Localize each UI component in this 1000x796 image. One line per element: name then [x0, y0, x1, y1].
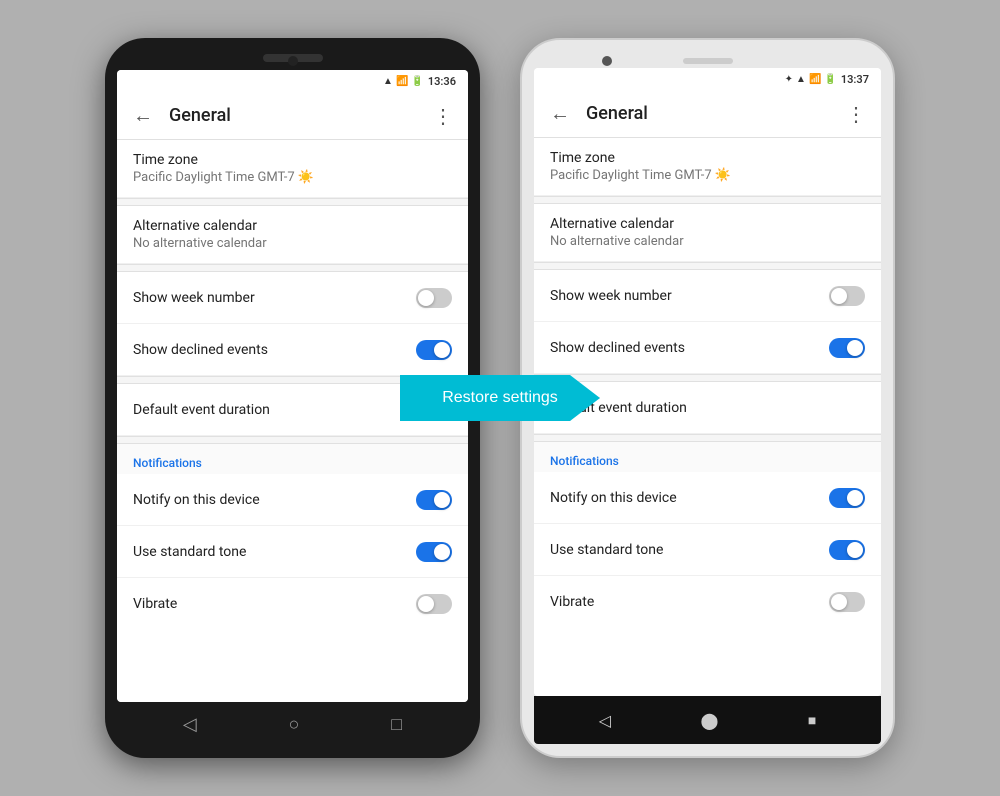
declined-label-left: Show declined events — [133, 342, 268, 358]
status-icons-right: ✦ ▲ 📶 🔋 — [785, 74, 837, 85]
setting-declined-right[interactable]: Show declined events — [534, 322, 881, 374]
vibrate-label-right: Vibrate — [550, 594, 594, 610]
timezone-value-left: Pacific Daylight Time GMT-7 ☀️ — [133, 170, 314, 185]
weeknum-toggle-right[interactable] — [829, 286, 865, 306]
tone-toggle-left[interactable] — [416, 542, 452, 562]
vibrate-toggle-left[interactable] — [416, 594, 452, 614]
battery-icon-r: 🔋 — [824, 74, 836, 85]
app-bar-right: ← General ⋮ — [534, 90, 881, 138]
divider-1-left — [117, 198, 468, 206]
status-time-left: 13:36 — [428, 75, 456, 88]
setting-tone-right[interactable]: Use standard tone — [534, 524, 881, 576]
wifi-icon: ▲ — [383, 76, 393, 87]
weeknum-label-right: Show week number — [550, 288, 672, 304]
tone-label-left: Use standard tone — [133, 544, 246, 560]
restore-arrow-container: Restore settings — [400, 375, 600, 421]
divider-4-left — [117, 436, 468, 444]
notifications-header-left: Notifications — [117, 444, 468, 474]
more-menu-left[interactable]: ⋮ — [433, 104, 452, 128]
setting-vibrate-right[interactable]: Vibrate — [534, 576, 881, 628]
altcal-value-right: No alternative calendar — [550, 234, 684, 249]
wifi-icon-r: ▲ — [796, 74, 806, 85]
app-bar-left: ← General ⋮ — [117, 92, 468, 140]
status-icons-left: ▲ 📶 🔋 — [383, 76, 424, 87]
tone-toggle-right[interactable] — [829, 540, 865, 560]
setting-timezone-right[interactable]: Time zone Pacific Daylight Time GMT-7 ☀️ — [534, 138, 881, 196]
more-menu-right[interactable]: ⋮ — [846, 102, 865, 126]
battery-icon: 🔋 — [411, 76, 423, 87]
signal-icon: 📶 — [396, 76, 408, 87]
divider-4-right — [534, 434, 881, 442]
status-time-right: 13:37 — [841, 73, 869, 86]
settings-content-left: Time zone Pacific Daylight Time GMT-7 ☀️… — [117, 140, 468, 702]
notify-toggle-right[interactable] — [829, 488, 865, 508]
camera-left — [288, 56, 298, 66]
setting-notify-right[interactable]: Notify on this device — [534, 472, 881, 524]
notify-label-right: Notify on this device — [550, 490, 677, 506]
nav-home-right[interactable]: ⬤ — [700, 711, 718, 730]
setting-tone-left[interactable]: Use standard tone — [117, 526, 468, 578]
nav-home-left[interactable]: ○ — [289, 714, 300, 735]
weeknum-toggle-left[interactable] — [416, 288, 452, 308]
page-title-left: General — [169, 105, 433, 126]
speaker-right — [683, 58, 733, 64]
notify-label-left: Notify on this device — [133, 492, 260, 508]
timezone-value-right: Pacific Daylight Time GMT-7 ☀️ — [550, 168, 731, 183]
vibrate-label-left: Vibrate — [133, 596, 177, 612]
setting-timezone-left[interactable]: Time zone Pacific Daylight Time GMT-7 ☀️ — [117, 140, 468, 198]
nav-recents-left[interactable]: □ — [391, 714, 402, 735]
divider-2-left — [117, 264, 468, 272]
setting-weeknum-left[interactable]: Show week number — [117, 272, 468, 324]
tone-label-right: Use standard tone — [550, 542, 663, 558]
nav-recents-right[interactable]: ■ — [808, 712, 816, 729]
altcal-value-left: No alternative calendar — [133, 236, 267, 251]
timezone-label-right: Time zone — [550, 150, 731, 166]
altcal-label-left: Alternative calendar — [133, 218, 267, 234]
setting-notify-left[interactable]: Notify on this device — [117, 474, 468, 526]
declined-toggle-right[interactable] — [829, 338, 865, 358]
declined-label-right: Show declined events — [550, 340, 685, 356]
camera-right — [602, 56, 612, 66]
back-button-right[interactable]: ← — [550, 101, 570, 126]
duration-label-left: Default event duration — [133, 402, 270, 418]
status-bar-right: ✦ ▲ 📶 🔋 13:37 — [534, 68, 881, 90]
weeknum-label-left: Show week number — [133, 290, 255, 306]
vibrate-toggle-right[interactable] — [829, 592, 865, 612]
notify-toggle-left[interactable] — [416, 490, 452, 510]
status-bar-left: ▲ 📶 🔋 13:36 — [117, 70, 468, 92]
nav-back-left[interactable]: ◁ — [183, 714, 197, 735]
altcal-label-right: Alternative calendar — [550, 216, 684, 232]
restore-settings-button[interactable]: Restore settings — [400, 375, 600, 421]
declined-toggle-left[interactable] — [416, 340, 452, 360]
setting-altcal-right[interactable]: Alternative calendar No alternative cale… — [534, 204, 881, 262]
bottom-nav-left: ◁ ○ □ — [117, 702, 468, 746]
nav-back-right[interactable]: ◁ — [599, 711, 611, 730]
bottom-nav-right: ◁ ⬤ ■ — [534, 696, 881, 744]
back-button-left[interactable]: ← — [133, 103, 153, 128]
page-title-right: General — [586, 103, 846, 124]
setting-altcal-left[interactable]: Alternative calendar No alternative cale… — [117, 206, 468, 264]
setting-weeknum-right[interactable]: Show week number — [534, 270, 881, 322]
divider-1-right — [534, 196, 881, 204]
notifications-header-right: Notifications — [534, 442, 881, 472]
setting-vibrate-left[interactable]: Vibrate — [117, 578, 468, 630]
setting-declined-left[interactable]: Show declined events — [117, 324, 468, 376]
signal-icon-r: 📶 — [809, 74, 821, 85]
timezone-label-left: Time zone — [133, 152, 314, 168]
divider-2-right — [534, 262, 881, 270]
bt-icon: ✦ — [785, 74, 793, 85]
